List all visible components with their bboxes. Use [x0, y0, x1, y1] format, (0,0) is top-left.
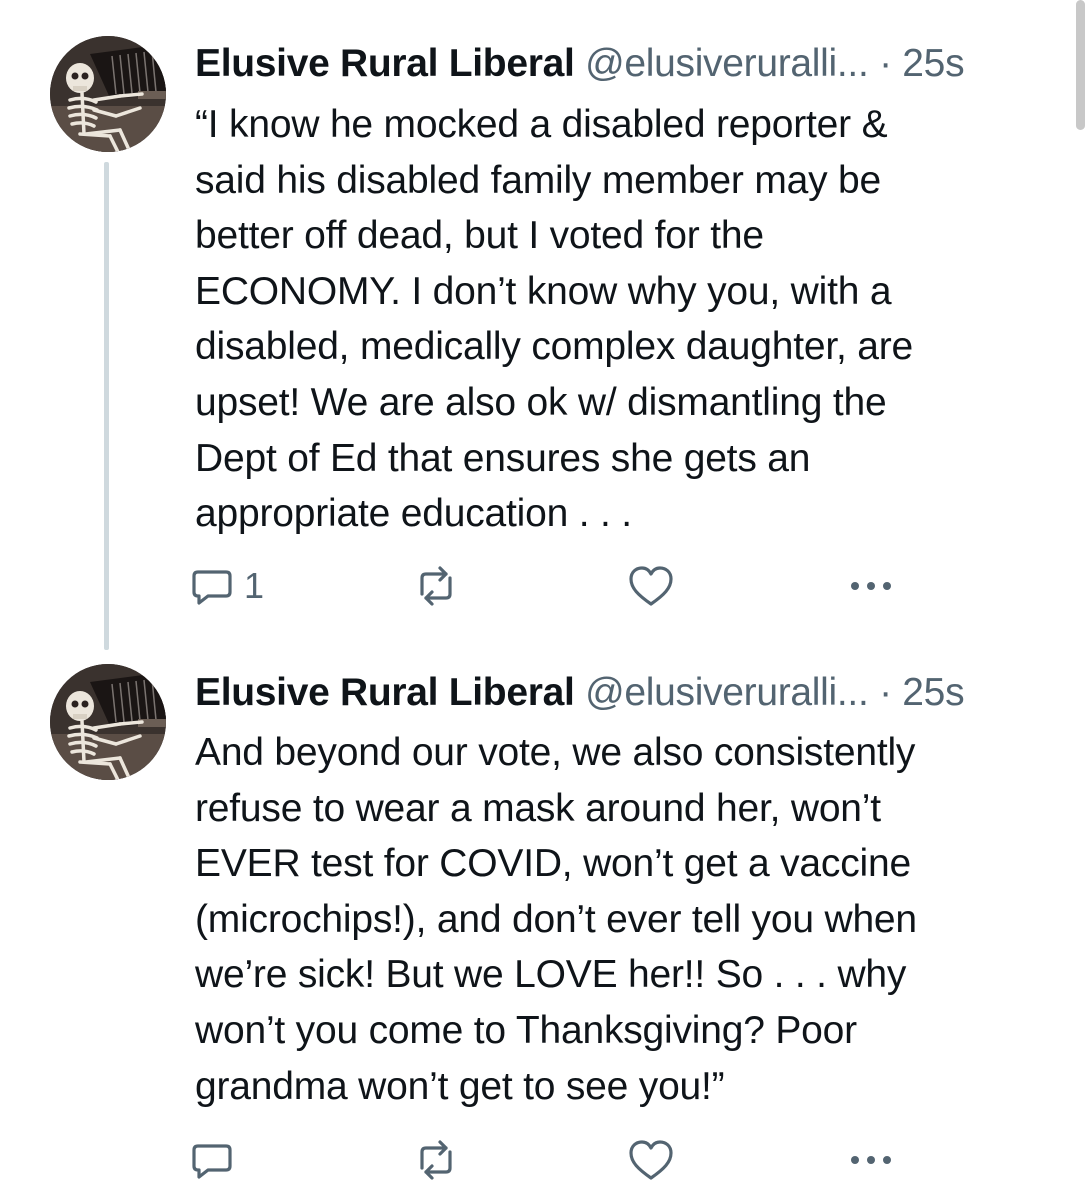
more-icon [851, 582, 891, 590]
more-button[interactable] [846, 1138, 896, 1182]
reply-count: 1 [244, 565, 265, 606]
skeleton-avatar-image [50, 36, 166, 152]
repost-icon [420, 566, 452, 606]
avatar[interactable] [50, 664, 166, 780]
post-1[interactable]: Elusive Rural Liberal @elusiveruralli...… [0, 0, 1089, 650]
comment-icon [192, 570, 232, 605]
avatar[interactable] [50, 36, 166, 152]
repost-button[interactable] [412, 564, 460, 608]
post-timestamp[interactable]: · 25s [879, 42, 965, 85]
post-header: Elusive Rural Liberal @elusiveruralli...… [195, 671, 965, 715]
heart-icon [629, 566, 673, 606]
comment-icon [192, 1144, 232, 1179]
author-name[interactable]: Elusive Rural Liberal [195, 42, 575, 85]
heart-icon [629, 1140, 673, 1180]
skeleton-avatar-image [50, 664, 166, 780]
more-icon [851, 1156, 891, 1164]
post-text: And beyond our vote, we also consistentl… [195, 731, 917, 1108]
like-button[interactable] [628, 564, 674, 608]
author-handle[interactable]: @elusiveruralli... [585, 42, 869, 85]
author-name[interactable]: Elusive Rural Liberal [195, 671, 575, 714]
reply-button[interactable]: 1 [190, 564, 264, 608]
post-timestamp[interactable]: · 25s [879, 671, 965, 714]
post-text: “I know he mocked a disabled reporter & … [195, 103, 914, 536]
like-button[interactable] [628, 1138, 674, 1182]
repost-icon [420, 1140, 452, 1180]
author-handle[interactable]: @elusiveruralli... [585, 671, 869, 714]
more-button[interactable] [846, 564, 896, 608]
reply-button[interactable] [190, 1138, 234, 1182]
post-header: Elusive Rural Liberal @elusiveruralli...… [195, 42, 965, 86]
repost-button[interactable] [412, 1138, 460, 1182]
post-2[interactable]: Elusive Rural Liberal @elusiveruralli...… [0, 650, 1089, 1200]
